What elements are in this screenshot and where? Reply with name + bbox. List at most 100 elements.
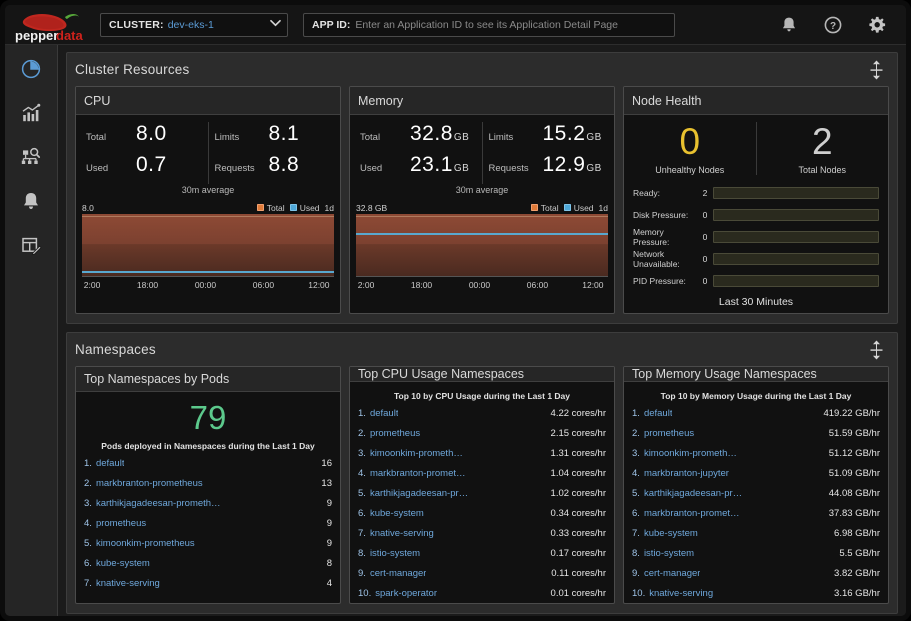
pepperdata-logo[interactable]: pepper data (13, 7, 87, 43)
list-item-name[interactable]: knative-serving (649, 588, 713, 599)
list-item-rank: 7. (632, 527, 640, 539)
cpu-total-label: Total (86, 132, 107, 143)
memory-used-number: 23.1 (410, 153, 453, 176)
list-item-rank: 6. (632, 507, 640, 519)
cpu-chart-legend: Total Used 1d (256, 203, 334, 213)
list-item-name[interactable]: knative-serving (96, 578, 160, 589)
list-item-name[interactable]: kimoonkim-prometheus (96, 538, 195, 549)
list-item-name[interactable]: cert-manager (644, 568, 701, 579)
sidebar-item-reports[interactable] (14, 230, 48, 260)
list-item-rank: 2. (358, 427, 366, 439)
legend-used[interactable]: Used (563, 203, 594, 213)
sidebar-item-dashboard[interactable] (14, 54, 48, 84)
list-item[interactable]: 4. prometheus 9 (84, 513, 332, 533)
list-item-rank: 5. (358, 487, 366, 499)
memory-limits-unit: GB (586, 132, 602, 143)
list-item[interactable]: 8. istio-system 0.17 cores/hr (358, 543, 606, 563)
list-item-name[interactable]: markbranton-promet… (370, 468, 466, 479)
list-item-name[interactable]: markbranton-promet… (644, 508, 740, 519)
list-item-name[interactable]: karthikjagadeesan-pr… (644, 488, 742, 499)
list-item[interactable]: 5. kimoonkim-prometheus 9 (84, 533, 332, 553)
legend-swatch-used-icon (563, 204, 571, 211)
legend-used[interactable]: Used (289, 203, 320, 213)
list-item[interactable]: 1. default 419.22 GB/hr (632, 403, 880, 423)
cpu-plot-area (82, 214, 334, 277)
bell-icon[interactable] (778, 14, 800, 36)
list-item[interactable]: 4. markbranton-promet… 1.04 cores/hr (358, 463, 606, 483)
list-item[interactable]: 4. markbranton-jupyter 51.09 GB/hr (632, 463, 880, 483)
list-item[interactable]: 2. markbranton-prometheus 13 (84, 473, 332, 493)
section-header: Cluster Resources (75, 53, 889, 86)
list-item[interactable]: 7. kube-system 6.98 GB/hr (632, 523, 880, 543)
memory-chart-ymax: 32.8 GB (356, 202, 388, 213)
sidebar-item-charts[interactable] (14, 98, 48, 128)
list-item[interactable]: 3. karthikjagadeesan-prometh… 9 (84, 493, 332, 513)
list-item[interactable]: 8. istio-system 5.5 GB/hr (632, 543, 880, 563)
memory-chart-legend: Total Used 1d (530, 203, 608, 213)
list-item-name[interactable]: default (370, 408, 399, 419)
gear-icon[interactable] (866, 14, 888, 36)
list-item[interactable]: 1. default 4.22 cores/hr (358, 403, 606, 423)
cpu-stat-total: Total 8.0 (80, 122, 208, 153)
resize-handle-namespaces[interactable] (865, 339, 887, 361)
list-item-name[interactable]: knative-serving (370, 528, 434, 539)
list-item[interactable]: 5. karthikjagadeesan-pr… 44.08 GB/hr (632, 483, 880, 503)
list-item-name[interactable]: istio-system (644, 548, 694, 559)
resize-handle-cluster-resources[interactable] (865, 59, 887, 81)
list-item-name[interactable]: default (96, 458, 125, 469)
list-item-name[interactable]: markbranton-prometheus (96, 478, 203, 489)
list-item-rank: 2. (632, 427, 640, 439)
cluster-selector-value: dev-eks-1 (167, 18, 214, 31)
sidebar-item-cluster-explore[interactable] (14, 142, 48, 172)
list-item-name[interactable]: prometheus (644, 428, 694, 439)
list-item-name[interactable]: kube-system (370, 508, 424, 519)
cpu-x-axis: 2:00 18:00 00:00 06:00 12:00 (82, 277, 334, 293)
node-health-bar-count: 0 (702, 276, 708, 286)
list-item-name[interactable]: kimoonkim-prometh… (644, 448, 737, 459)
card-top-namespaces-by-pods: Top Namespaces by Pods 79 Pods deployed … (75, 366, 341, 604)
cpu-requests-value: 8.8 (268, 153, 300, 176)
list-item[interactable]: 6. kube-system 8 (84, 553, 332, 573)
cluster-selector[interactable]: CLUSTER: dev-eks-1 (100, 12, 288, 37)
legend-total[interactable]: Total (530, 203, 559, 213)
list-item-name[interactable]: kube-system (644, 528, 698, 539)
list-item-name[interactable]: default (644, 408, 673, 419)
pods-total-value: 79 (189, 399, 227, 436)
help-icon[interactable]: ? (822, 14, 844, 36)
list-item[interactable]: 2. prometheus 2.15 cores/hr (358, 423, 606, 443)
list-item[interactable]: 3. kimoonkim-prometh… 51.12 GB/hr (632, 443, 880, 463)
list-item[interactable]: 9. cert-manager 0.11 cores/hr (358, 563, 606, 583)
list-item-name[interactable]: karthikjagadeesan-pr… (370, 488, 468, 499)
list-item[interactable]: 5. karthikjagadeesan-pr… 1.02 cores/hr (358, 483, 606, 503)
legend-total[interactable]: Total (256, 203, 285, 213)
app-id-input[interactable]: APP ID: Enter an Application ID to see i… (303, 12, 675, 37)
list-item-name[interactable]: cert-manager (370, 568, 427, 579)
cpu-mini-chart[interactable]: 8.0 Total Used 1d 2:00 18:00 00:00 06:00… (82, 201, 334, 293)
list-item[interactable]: 3. kimoonkim-prometh… 1.31 cores/hr (358, 443, 606, 463)
list-item-name[interactable]: markbranton-jupyter (644, 468, 729, 479)
list-item-name[interactable]: prometheus (96, 518, 146, 529)
memory-mini-chart[interactable]: 32.8 GB Total Used 1d 2:00 18:00 00:00 0… (356, 201, 608, 293)
list-item[interactable]: 10. knative-serving 3.16 GB/hr (632, 583, 880, 603)
alerts-bell-icon (24, 193, 38, 209)
sidebar-item-alerts[interactable] (14, 186, 48, 216)
card-top-memory-usage-namespaces: Top Memory Usage Namespaces Top 10 by Me… (623, 366, 889, 604)
list-item-name[interactable]: spark-operator (375, 588, 437, 599)
list-item-name[interactable]: karthikjagadeesan-prometh… (96, 498, 221, 509)
list-item-name[interactable]: kimoonkim-prometh… (370, 448, 463, 459)
list-item[interactable]: 6. kube-system 0.34 cores/hr (358, 503, 606, 523)
cpu-stat-used: Used 0.7 (80, 153, 208, 184)
list-item-name[interactable]: prometheus (370, 428, 420, 439)
list-item[interactable]: 10. spark-operator 0.01 cores/hr (358, 583, 606, 603)
list-item[interactable]: 9. cert-manager 3.82 GB/hr (632, 563, 880, 583)
list-item-name[interactable]: kube-system (96, 558, 150, 569)
list-item-value: 37.83 GB/hr (828, 507, 880, 519)
list-item[interactable]: 2. prometheus 51.59 GB/hr (632, 423, 880, 443)
list-item[interactable]: 1. default 16 (84, 453, 332, 473)
cpu-used-line (82, 271, 334, 273)
list-item[interactable]: 7. knative-serving 0.33 cores/hr (358, 523, 606, 543)
list-item[interactable]: 7. knative-serving 4 (84, 573, 332, 593)
list-item[interactable]: 6. markbranton-promet… 37.83 GB/hr (632, 503, 880, 523)
list-item-name[interactable]: istio-system (370, 548, 420, 559)
list-item-value: 9 (326, 537, 332, 549)
